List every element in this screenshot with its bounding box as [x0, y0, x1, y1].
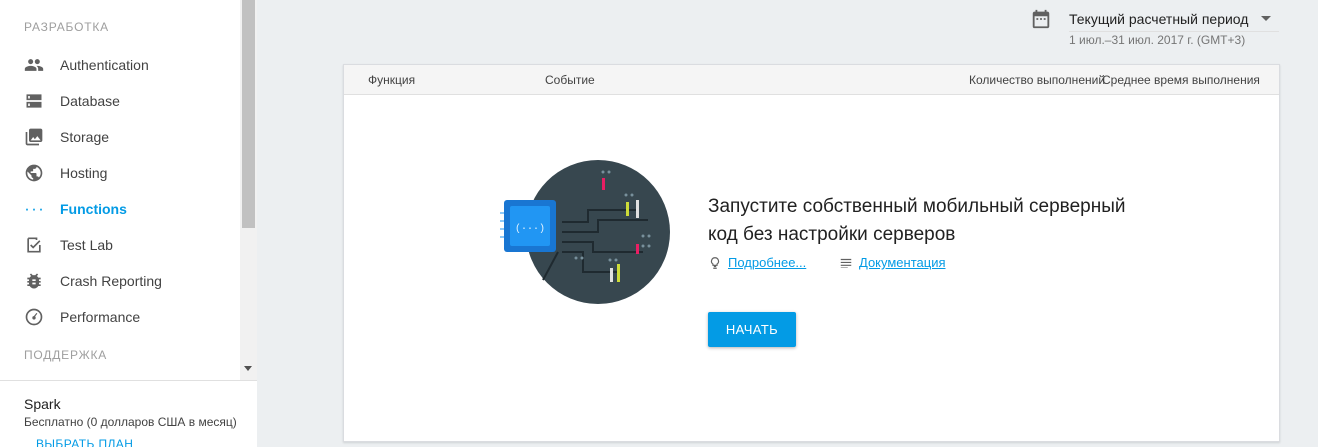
image-icon	[24, 127, 44, 147]
docs-list-icon	[839, 256, 853, 270]
sidebar-item-label: Functions	[60, 201, 127, 217]
start-button[interactable]: НАЧАТЬ	[708, 312, 796, 347]
period-label: Текущий расчетный период	[1069, 11, 1249, 27]
plan-description: Бесплатно (0 долларов США в месяц)	[24, 415, 237, 429]
billing-period-selector[interactable]: Текущий расчетный период 1 июл.–31 июл. …	[1030, 8, 1280, 48]
people-icon	[24, 55, 44, 75]
sidebar-item-label: Performance	[60, 309, 141, 325]
empty-state-title: Запустите собственный мобильный серверны…	[708, 196, 1126, 245]
sidebar-item-hosting[interactable]: Hosting	[0, 155, 240, 191]
functions-illustration: (···)	[498, 160, 678, 320]
speedometer-icon	[24, 307, 44, 327]
checklist-icon	[24, 235, 44, 255]
sidebar-item-label: Authentication	[60, 57, 149, 73]
functions-card: Функция Событие Количество выполнений Ср…	[343, 64, 1280, 442]
sidebar-item-label: Hosting	[60, 165, 108, 181]
column-header-executions[interactable]: Количество выполнений	[969, 73, 1105, 87]
sidebar-item-functions[interactable]: (···) Functions	[0, 191, 240, 227]
sidebar-item-label: Test Lab	[60, 237, 113, 253]
globe-icon	[24, 163, 44, 183]
learn-more-link[interactable]: Подробнее...	[708, 255, 806, 270]
documentation-text[interactable]: Документация	[859, 255, 946, 270]
section-title-support: ПОДДЕРЖКА	[24, 348, 108, 362]
column-header-event[interactable]: Событие	[545, 73, 595, 87]
scroll-down-arrow-icon[interactable]	[244, 366, 252, 371]
sidebar-item-performance[interactable]: Performance	[0, 299, 240, 335]
column-header-avg-time[interactable]: Среднее время выполнения	[1102, 73, 1260, 87]
learn-more-text[interactable]: Подробнее...	[728, 255, 806, 270]
plan-panel: Spark Бесплатно (0 долларов США в месяц)…	[0, 380, 257, 447]
svg-text:(···): (···)	[515, 223, 545, 235]
period-range: 1 июл.–31 июл. 2017 г. (GMT+3)	[1069, 33, 1246, 47]
sidebar-item-storage[interactable]: Storage	[0, 119, 240, 155]
lightbulb-icon	[708, 256, 722, 270]
sidebar-nav: РАЗРАБОТКА Authentication Database Stora…	[0, 0, 240, 380]
database-icon	[24, 91, 44, 111]
plan-name: Spark	[24, 396, 61, 412]
documentation-link[interactable]: Документация	[839, 255, 946, 270]
functions-icon: (···)	[24, 199, 44, 219]
sidebar-scrollbar[interactable]	[240, 0, 257, 380]
sidebar-item-authentication[interactable]: Authentication	[0, 47, 240, 83]
sidebar-item-label: Crash Reporting	[60, 273, 162, 289]
dropdown-caret-icon[interactable]	[1261, 16, 1271, 21]
sidebar-item-label: Database	[60, 93, 120, 109]
sidebar-item-crash-reporting[interactable]: Crash Reporting	[0, 263, 240, 299]
sidebar-item-database[interactable]: Database	[0, 83, 240, 119]
svg-text:(···): (···)	[24, 203, 44, 217]
column-header-function[interactable]: Функция	[368, 73, 415, 87]
period-underline	[1069, 31, 1279, 32]
bug-icon	[24, 271, 44, 291]
section-title-development: РАЗРАБОТКА	[24, 20, 109, 34]
table-header: Функция Событие Количество выполнений Ср…	[344, 65, 1279, 95]
sidebar-item-label: Storage	[60, 129, 110, 145]
calendar-icon	[1030, 8, 1052, 30]
scrollbar-thumb[interactable]	[242, 0, 255, 228]
sidebar-item-test-lab[interactable]: Test Lab	[0, 227, 240, 263]
choose-plan-button[interactable]: ВЫБРАТЬ ПЛАН	[36, 437, 133, 447]
sidebar: РАЗРАБОТКА Authentication Database Stora…	[0, 0, 257, 447]
